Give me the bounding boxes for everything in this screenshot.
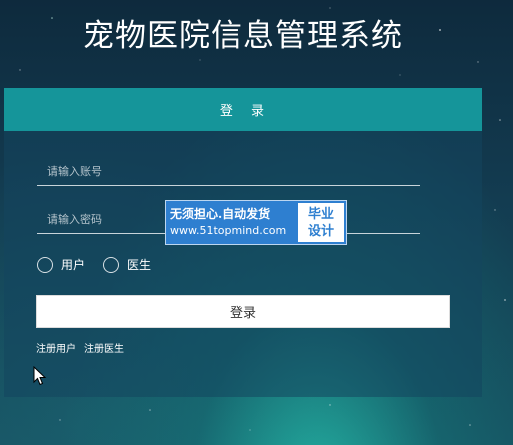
radio-circle-icon[interactable] bbox=[103, 256, 120, 273]
register-links: 注册用户 注册医生 bbox=[36, 340, 132, 355]
login-button[interactable]: 登录 bbox=[36, 295, 450, 328]
watermark-badge-line1: 毕业 bbox=[307, 206, 334, 222]
mouse-pointer-icon bbox=[33, 366, 47, 386]
login-panel-header: 登 录 bbox=[4, 88, 482, 131]
watermark-text: 无须担心.自动发货 www.51topmind.com bbox=[166, 201, 298, 244]
role-radio-group: 用户 医生 bbox=[37, 256, 169, 273]
register-doctor-link[interactable]: 注册医生 bbox=[84, 340, 124, 355]
watermark-banner: 无须担心.自动发货 www.51topmind.com 毕业 设计 bbox=[165, 200, 347, 245]
role-label-doctor: 医生 bbox=[127, 258, 152, 272]
username-input[interactable] bbox=[37, 158, 420, 186]
watermark-slogan: 无须担心.自动发货 bbox=[170, 207, 271, 221]
watermark-badge: 毕业 设计 bbox=[298, 203, 344, 242]
watermark-url: www.51topmind.com bbox=[170, 224, 287, 237]
role-radio-doctor[interactable]: 医生 bbox=[103, 256, 151, 273]
watermark-badge-line2: 设计 bbox=[307, 223, 334, 239]
page-title: 宠物医院信息管理系统 bbox=[83, 18, 403, 54]
register-user-link[interactable]: 注册用户 bbox=[36, 340, 76, 355]
role-radio-user[interactable]: 用户 bbox=[37, 256, 85, 273]
radio-circle-icon[interactable] bbox=[37, 256, 53, 273]
role-label-user: 用户 bbox=[61, 258, 86, 272]
